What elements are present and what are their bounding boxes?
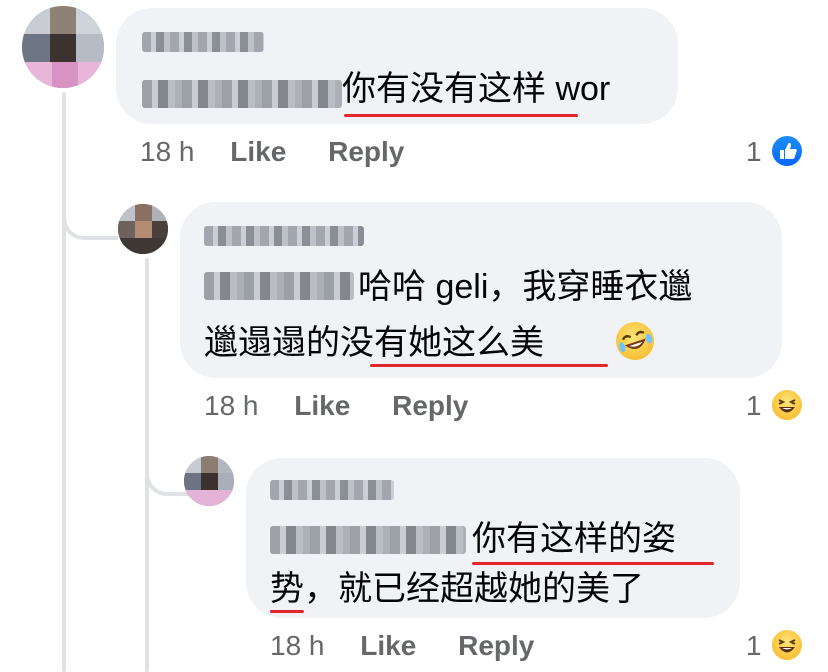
reaction-count[interactable]: 1 (746, 136, 762, 168)
thread-connector (62, 180, 118, 240)
mention-tag[interactable] (142, 80, 342, 108)
avatar-pixel (118, 238, 168, 254)
avatar-pixel (201, 456, 218, 473)
avatar-pixel (184, 490, 234, 506)
reply-button[interactable]: Reply (328, 136, 404, 167)
emphasis-underline (472, 562, 714, 565)
comment-author-name[interactable] (142, 32, 264, 52)
comment-author-name[interactable] (204, 226, 364, 246)
avatar[interactable] (184, 456, 234, 506)
avatar-pixel (50, 6, 78, 34)
avatar-pixel (76, 34, 104, 62)
comment-text: 你有没有这样 wor (342, 70, 611, 108)
thread-line-main (62, 92, 66, 672)
reply-button[interactable]: Reply (392, 390, 468, 421)
avatar-pixel (22, 6, 50, 34)
avatar-pixel (152, 204, 168, 221)
avatar-pixel (184, 456, 201, 473)
comment-meta: 18 h Like Reply (204, 390, 468, 422)
avatar[interactable] (22, 6, 104, 88)
comment-meta: 18 h Like Reply (140, 136, 404, 168)
haha-reaction-icon[interactable] (772, 630, 802, 660)
comment-timestamp[interactable]: 18 h (204, 390, 259, 421)
comment-timestamp[interactable]: 18 h (270, 630, 325, 661)
avatar-pixel (201, 473, 218, 490)
avatar-pixel (135, 221, 152, 238)
avatar-pixel (152, 221, 168, 238)
comment-bubble[interactable]: 你有没有这样 wor (116, 8, 678, 124)
avatar-pixel (218, 456, 234, 473)
like-button[interactable]: Like (360, 630, 416, 661)
comment-timestamp[interactable]: 18 h (140, 136, 195, 167)
avatar-pixel (184, 473, 201, 490)
comment-text-line: 势，就已经超越她的美了 (270, 570, 644, 608)
like-button[interactable]: Like (230, 136, 286, 167)
emphasis-underline (270, 610, 304, 613)
avatar-pixel (50, 34, 78, 62)
reaction-count[interactable]: 1 (746, 630, 762, 662)
avatar-pixel (135, 204, 152, 221)
avatar-pixel (118, 204, 135, 221)
haha-reaction-icon[interactable] (772, 390, 802, 420)
comment-meta: 18 h Like Reply (270, 630, 534, 662)
thread-connector-nested (145, 440, 189, 496)
emphasis-underline (344, 114, 578, 117)
comment-text-line: 你有这样的姿 (472, 520, 676, 558)
comment-author-name[interactable] (270, 480, 394, 500)
avatar-pixel (22, 34, 50, 62)
avatar[interactable] (118, 204, 168, 254)
reply-button[interactable]: Reply (458, 630, 534, 661)
rolling-on-floor-laughing-icon (611, 317, 659, 365)
reaction-count[interactable]: 1 (746, 390, 762, 422)
mention-tag[interactable] (270, 526, 466, 554)
comment-text-line: 哈哈 geli，我穿睡衣邋 (358, 268, 693, 306)
avatar-pixel (76, 6, 104, 34)
mention-tag[interactable] (204, 272, 354, 300)
laughing-face-icon (778, 399, 796, 413)
comment-bubble[interactable]: 你有这样的姿 势，就已经超越她的美了 (246, 458, 740, 618)
avatar-pixel (118, 221, 135, 238)
emphasis-underline (370, 364, 608, 367)
thumbs-up-icon (780, 142, 797, 159)
like-reaction-icon[interactable] (772, 136, 802, 166)
laughing-face-icon (778, 639, 796, 653)
avatar-pixel (52, 62, 78, 88)
emoji-face (619, 330, 653, 353)
comment-text-line: 邋遢遢的没有她这么美 (204, 324, 544, 362)
like-button[interactable]: Like (294, 390, 350, 421)
comment-bubble[interactable]: 哈哈 geli，我穿睡衣邋 邋遢遢的没有她这么美 (180, 202, 782, 378)
avatar-pixel (218, 473, 234, 490)
